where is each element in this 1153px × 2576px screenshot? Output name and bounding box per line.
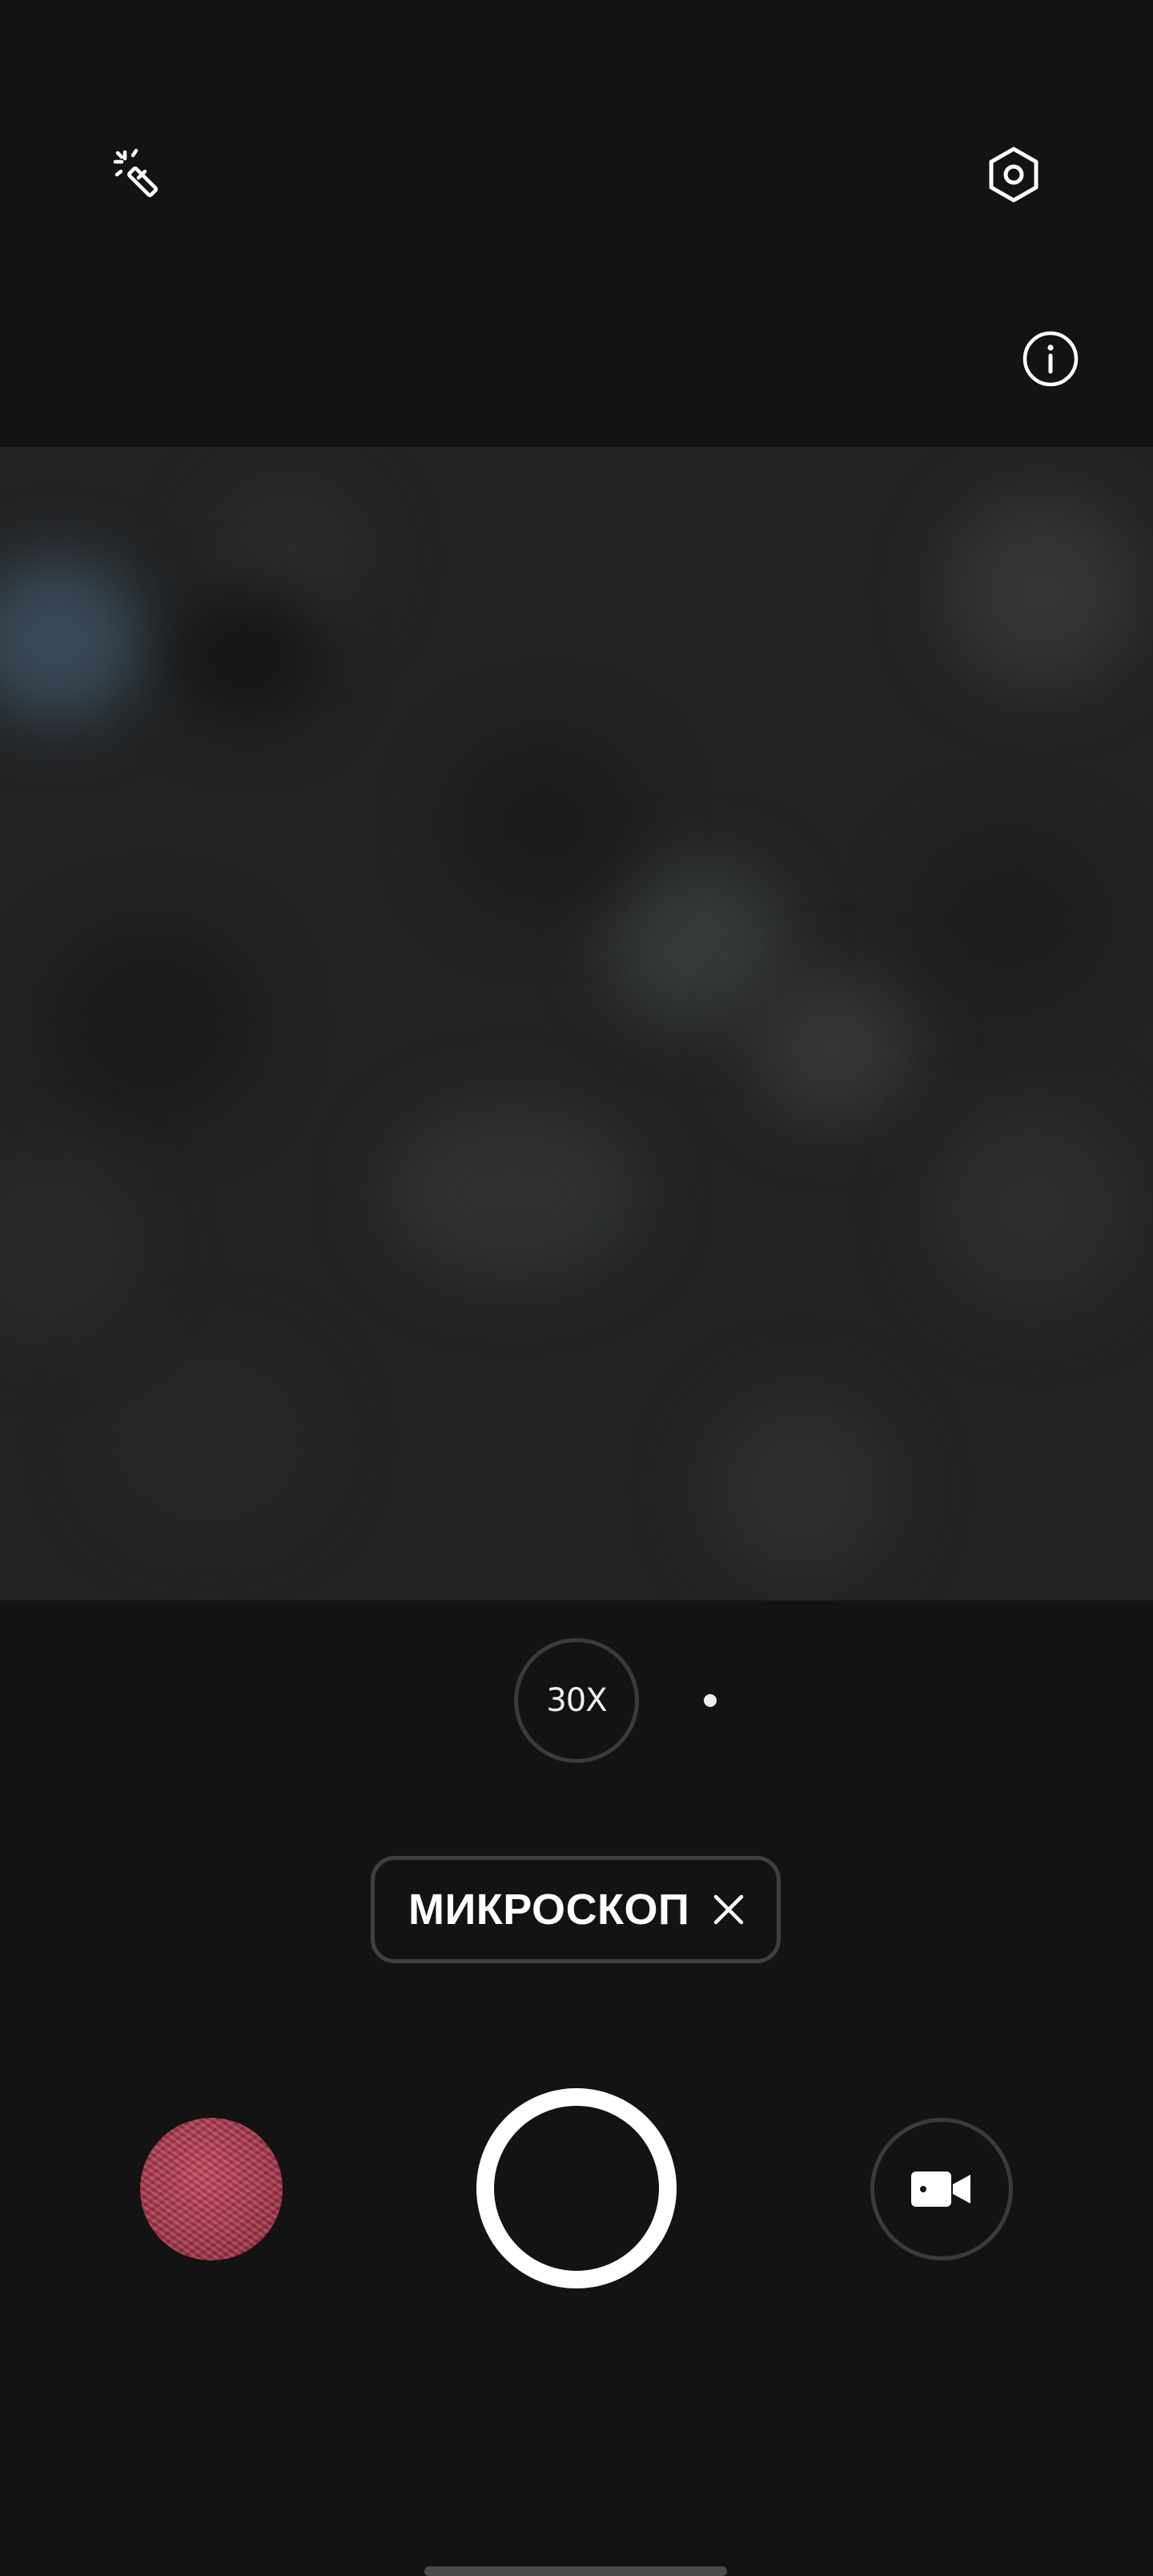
shutter-button[interactable] xyxy=(476,2088,677,2288)
info-icon xyxy=(1022,331,1079,387)
info-button[interactable] xyxy=(1014,322,1087,396)
camera-viewfinder[interactable] xyxy=(0,447,1153,1600)
home-indicator[interactable] xyxy=(424,2566,727,2576)
magic-wand-icon xyxy=(113,148,159,198)
zoom-level-button[interactable]: 30X xyxy=(514,1638,639,1763)
video-camera-icon xyxy=(911,2171,970,2207)
mode-label: МИКРОСКОП xyxy=(408,1886,690,1934)
close-icon[interactable] xyxy=(711,1892,746,1927)
mode-chip: МИКРОСКОП xyxy=(371,1856,781,1963)
gallery-thumbnail-image xyxy=(140,2118,283,2260)
settings-hexagon-icon xyxy=(989,147,1039,203)
zoom-level-label: 30X xyxy=(546,1682,607,1719)
video-mode-button[interactable] xyxy=(870,2118,1013,2260)
gallery-thumbnail[interactable] xyxy=(140,2118,283,2260)
settings-button[interactable] xyxy=(977,138,1051,211)
zoom-option-dot[interactable] xyxy=(704,1694,717,1707)
magic-wand-button[interactable] xyxy=(102,138,176,211)
